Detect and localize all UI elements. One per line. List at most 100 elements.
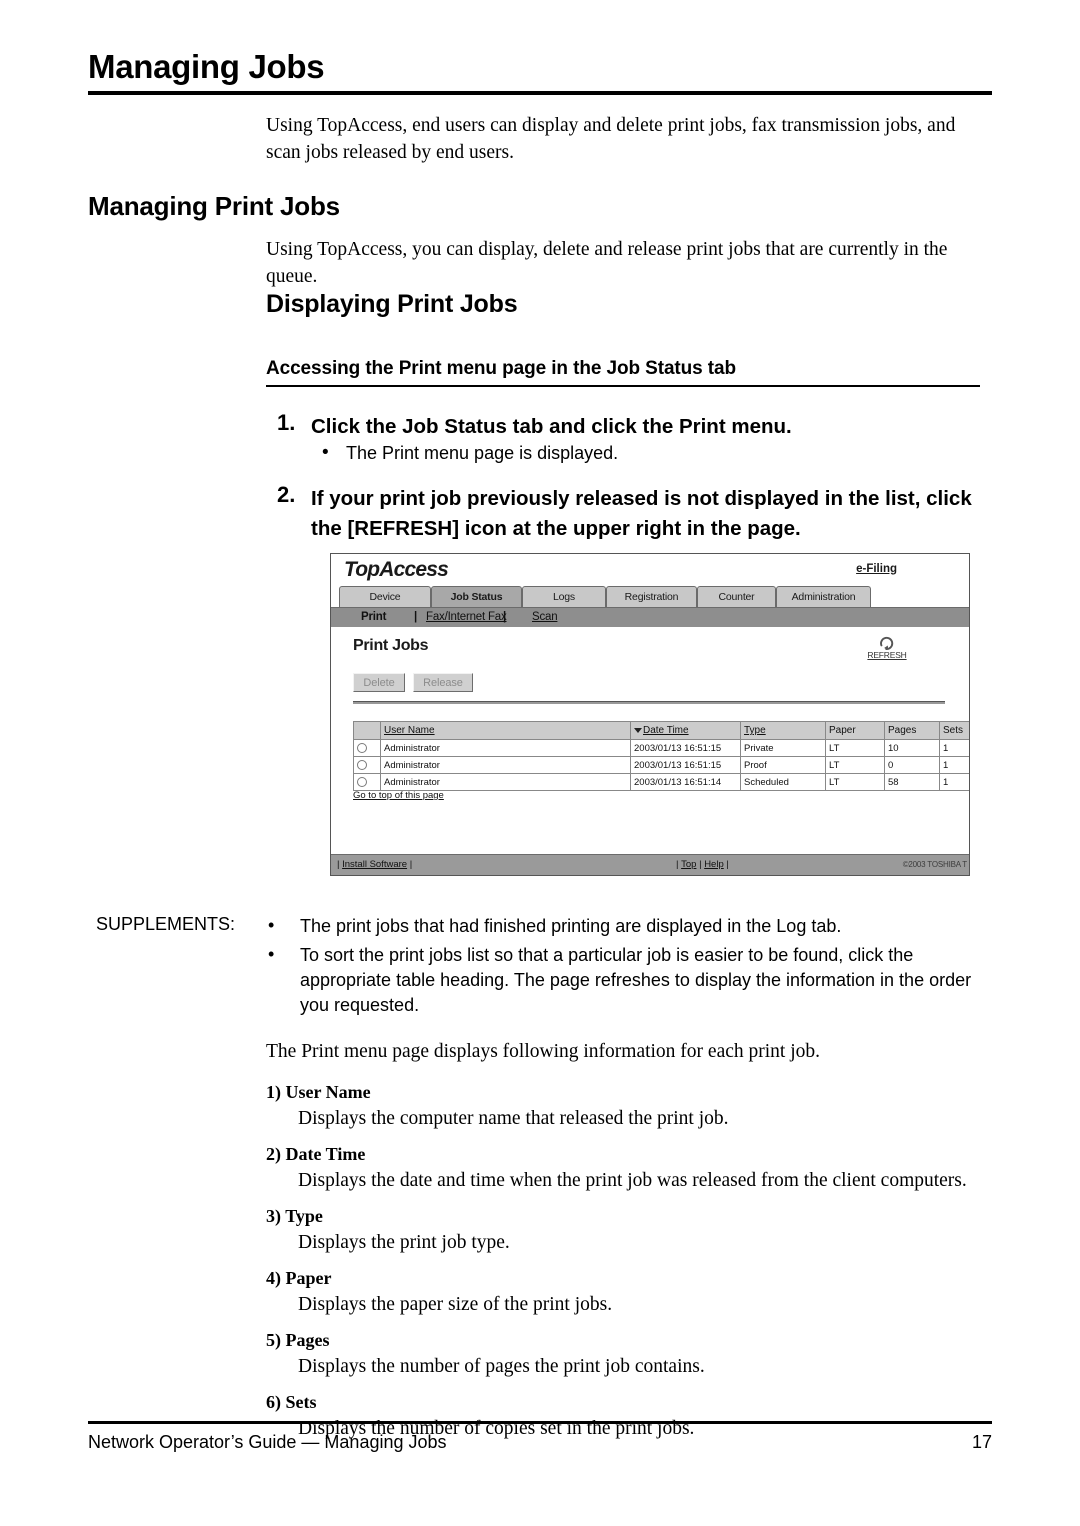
column-date-time[interactable]: Date Time <box>630 721 741 740</box>
definition-term-label: Date Time <box>285 1144 366 1164</box>
column-user-name[interactable]: User Name <box>380 721 631 740</box>
go-to-top-link[interactable]: Go to top of this page <box>353 790 444 801</box>
tab-job-status[interactable]: Job Status <box>431 586 522 607</box>
subtab-print[interactable]: Print <box>361 611 386 623</box>
page-title: Managing Jobs <box>88 48 325 85</box>
cell-date-time: 2003/01/13 16:51:14 <box>630 773 741 791</box>
cell-user-name: Administrator <box>380 773 631 791</box>
supplement-item: • To sort the print jobs list so that a … <box>265 943 995 1018</box>
radio-button-icon[interactable] <box>357 759 367 770</box>
column-pages[interactable]: Pages <box>884 721 940 740</box>
definition-term: 4) Paper <box>266 1268 996 1289</box>
radio-button-icon[interactable] <box>357 742 367 753</box>
row-radio-cell[interactable] <box>353 739 381 757</box>
cell-paper: LT <box>825 773 885 791</box>
subtab-separator-2: | <box>503 611 507 623</box>
definition-description: Displays the number of pages the print j… <box>298 1356 705 1377</box>
cell-user-name: Administrator <box>380 739 631 757</box>
refresh-button[interactable]: REFRESH <box>863 635 911 660</box>
topaccess-content-area: Print Jobs REFRESH Delete Release User N… <box>331 627 969 853</box>
cell-pages: 10 <box>884 739 940 757</box>
column-type[interactable]: Type <box>740 721 826 740</box>
main-tab-bar: Device Job Status Logs Registration Coun… <box>331 586 969 607</box>
footer-page-number: 17 <box>971 1432 992 1452</box>
definition-term-label: Type <box>285 1206 323 1226</box>
release-button[interactable]: Release <box>413 673 473 692</box>
definition-number: 5) <box>266 1330 281 1350</box>
tab-counter[interactable]: Counter <box>697 586 776 607</box>
subtab-fax-internet-fax[interactable]: Fax/Internet Fax <box>426 611 507 623</box>
refresh-icon <box>880 636 894 650</box>
copyright-notice: ©2003 TOSHIBA T <box>902 860 967 869</box>
definition-description: Displays the paper size of the print job… <box>298 1294 613 1315</box>
definition-term: 3) Type <box>266 1206 996 1227</box>
document-page: Managing Jobs Using TopAccess, end users… <box>0 0 1080 1526</box>
cell-paper: LT <box>825 756 885 774</box>
tab-device[interactable]: Device <box>339 586 431 607</box>
topaccess-screenshot: TopAccess e-Filing Device Job Status Log… <box>330 553 970 876</box>
cell-type: Private <box>740 739 826 757</box>
cell-sets: 1 <box>939 756 969 774</box>
column-select <box>353 721 381 740</box>
cell-pages: 0 <box>884 756 940 774</box>
bullet-icon: • <box>268 944 275 964</box>
definition-term-label: User Name <box>285 1082 371 1102</box>
definition-term-label: Pages <box>285 1330 330 1350</box>
row-radio-cell[interactable] <box>353 756 381 774</box>
table-row[interactable]: Administrator 2003/01/13 16:51:15 Privat… <box>353 739 969 757</box>
subsection-heading-displaying-print-jobs: Displaying Print Jobs <box>266 290 518 318</box>
sort-descending-icon <box>634 727 642 733</box>
definitions-intro-paragraph: The Print menu page displays following i… <box>266 1041 821 1062</box>
column-pages-label: Pages <box>888 725 917 736</box>
definition-term: 2) Date Time <box>266 1144 996 1165</box>
definition-description: Displays the date and time when the prin… <box>298 1170 967 1191</box>
definition-term-label: Sets <box>285 1392 317 1412</box>
step-2-number: 2. <box>277 482 296 507</box>
chapter-intro-paragraph: Using TopAccess, end users can display a… <box>266 115 956 163</box>
step-2-text: If your print job previously released is… <box>311 487 972 540</box>
footer-guide-title: Network Operator’s Guide — Managing Jobs <box>88 1432 447 1452</box>
cell-type: Proof <box>740 756 826 774</box>
supplement-item-text: The print jobs that had finished printin… <box>300 916 842 936</box>
row-radio-cell[interactable] <box>353 773 381 791</box>
help-link[interactable]: Help <box>704 859 724 870</box>
toolbar-divider <box>353 701 945 704</box>
bullet-icon: • <box>268 915 275 935</box>
definition-term-label: Paper <box>285 1268 332 1288</box>
step-1-text: Click the Job Status tab and click the P… <box>311 415 792 438</box>
cell-paper: LT <box>825 739 885 757</box>
radio-button-icon[interactable] <box>357 776 367 787</box>
column-sets-label: Sets <box>943 725 964 736</box>
procedure-heading-divider <box>266 385 980 387</box>
cell-date-time: 2003/01/13 16:51:15 <box>630 739 741 757</box>
step-1-number: 1. <box>277 410 296 435</box>
supplement-item-text: To sort the print jobs list so that a pa… <box>300 945 972 1015</box>
section-heading-managing-print-jobs: Managing Print Jobs <box>88 191 340 221</box>
top-link[interactable]: Top <box>681 859 696 870</box>
footer-links: | Top | Help | <box>676 859 729 870</box>
subtab-scan[interactable]: Scan <box>532 611 558 623</box>
tab-registration[interactable]: Registration <box>606 586 697 607</box>
step-1-subtext: The Print menu page is displayed. <box>346 443 619 463</box>
efiling-link[interactable]: e-Filing <box>856 563 897 575</box>
definition-description: Displays the print job type. <box>298 1232 510 1253</box>
topaccess-logo: TopAccess <box>344 558 449 581</box>
tab-administration[interactable]: Administration <box>776 586 871 607</box>
supplements-label: SUPPLEMENTS: <box>96 914 236 934</box>
subtab-separator-1: | <box>414 611 418 623</box>
cell-user-name: Administrator <box>380 756 631 774</box>
install-software-link[interactable]: Install Software <box>342 859 407 870</box>
title-divider <box>88 91 992 95</box>
cell-type: Scheduled <box>740 773 826 791</box>
column-sets[interactable]: Sets <box>939 721 969 740</box>
definition-term: 1) User Name <box>266 1082 996 1103</box>
definition-term: 5) Pages <box>266 1330 996 1351</box>
tab-logs[interactable]: Logs <box>522 586 606 607</box>
column-date-time-label: Date Time <box>643 725 689 736</box>
table-row[interactable]: Administrator 2003/01/13 16:51:15 Proof … <box>353 756 969 774</box>
table-header: User Name Date Time Type Paper Pages Set… <box>353 721 969 740</box>
table-header-row: User Name Date Time Type Paper Pages Set… <box>353 721 969 740</box>
column-paper[interactable]: Paper <box>825 721 885 740</box>
delete-button[interactable]: Delete <box>353 673 405 692</box>
table-row[interactable]: Administrator 2003/01/13 16:51:14 Schedu… <box>353 773 969 791</box>
